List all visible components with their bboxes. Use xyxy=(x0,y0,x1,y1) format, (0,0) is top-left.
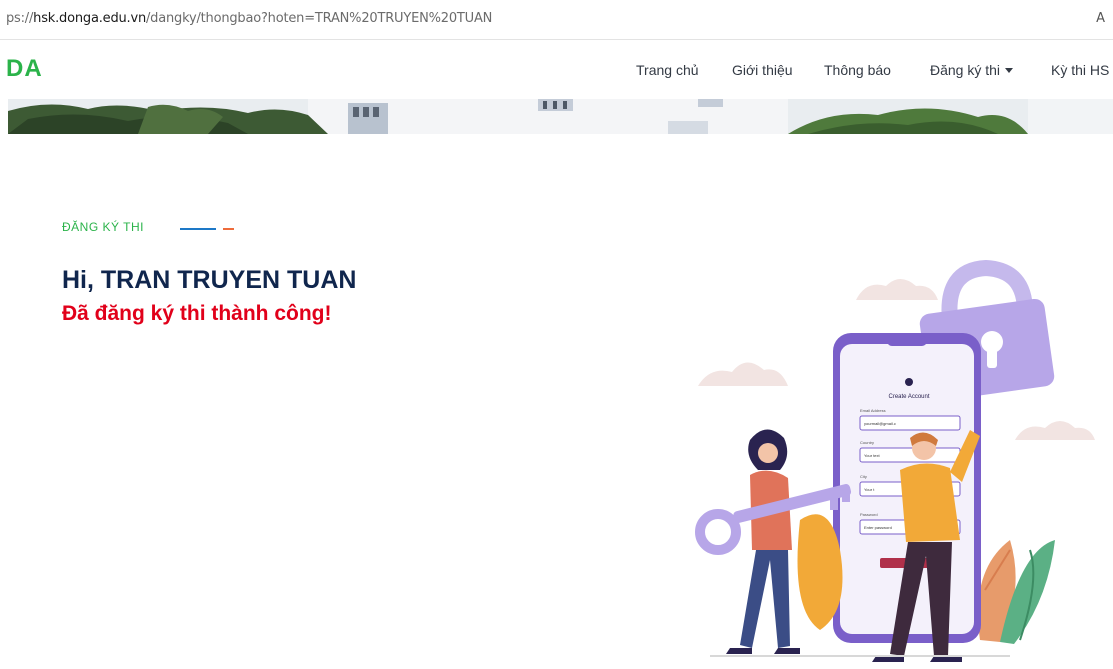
svg-text:yourmail@gmail.c: yourmail@gmail.c xyxy=(864,421,896,426)
reader-mode-icon[interactable]: A xyxy=(1096,11,1105,26)
site-logo[interactable]: DA xyxy=(6,55,43,83)
svg-text:Password: Password xyxy=(860,512,878,517)
section-label: ĐĂNG KÝ THI xyxy=(62,220,144,234)
nav-dropdown-dang-ky-thi[interactable]: Đăng ký thi xyxy=(930,62,1014,78)
svg-text:Enter password: Enter password xyxy=(864,525,892,530)
nav-link-gioi-thieu[interactable]: Giới thiệu xyxy=(732,62,793,78)
url-path: /dangky/thongbao?hoten=TRAN%20TRUYEN%20T… xyxy=(146,11,493,26)
greeting-heading: Hi, TRAN TRUYEN TUAN xyxy=(62,266,357,294)
svg-text:Your t: Your t xyxy=(864,487,875,492)
svg-text:Your text: Your text xyxy=(864,453,881,458)
registration-success-message: Đã đăng ký thi thành công! xyxy=(62,302,332,325)
svg-text:Email Address: Email Address xyxy=(860,408,886,413)
cloud-shape xyxy=(698,362,788,386)
site-navbar: DA Trang chủ Giới thiệu Thông báo Đăng k… xyxy=(0,41,1113,99)
nav-dropdown-label: Đăng ký thi xyxy=(930,62,1001,78)
svg-text:City: City xyxy=(860,474,867,479)
label-decoration-blue xyxy=(180,228,216,230)
url-host: hsk.donga.edu.vn xyxy=(33,11,146,26)
nav-link-thong-bao[interactable]: Thông báo xyxy=(824,62,891,78)
label-decoration-orange xyxy=(223,228,234,230)
url-prefix: ps:// xyxy=(6,11,34,26)
header-banner-image xyxy=(8,99,1113,134)
banner-photo xyxy=(8,99,1113,134)
browser-address-bar[interactable]: ps://hsk.donga.edu.vn/dangky/thongbao?ho… xyxy=(0,0,1113,40)
svg-text:Country: Country xyxy=(860,440,874,445)
illustration-svg: Create Account Email Address yourmail@gm… xyxy=(695,259,1095,662)
cloud-shape xyxy=(856,279,938,300)
caret-down-icon xyxy=(1005,68,1014,73)
nav-link-ky-thi-hsk[interactable]: Kỳ thi HS xyxy=(1051,62,1109,78)
nav-link-trang-chu[interactable]: Trang chủ xyxy=(636,62,699,78)
url-text[interactable]: ps://hsk.donga.edu.vn/dangky/thongbao?ho… xyxy=(6,11,492,26)
registration-illustration: Create Account Email Address yourmail@gm… xyxy=(680,250,1113,664)
cloud-shape xyxy=(1015,421,1095,440)
form-title: Create Account xyxy=(888,394,929,400)
